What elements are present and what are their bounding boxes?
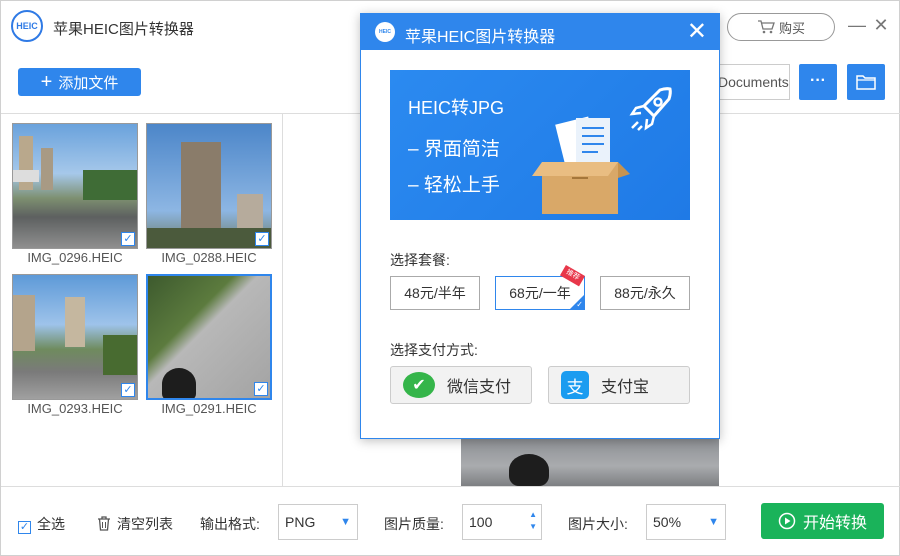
dialog-close-button[interactable]: ✕ — [687, 18, 707, 46]
recommended-tag: 推荐 — [559, 265, 585, 287]
app-logo-icon: HEIC — [375, 22, 395, 42]
building-shape — [65, 297, 85, 347]
minimize-button[interactable]: — — [847, 15, 867, 35]
alipay-button[interactable]: 支 支付宝 — [548, 366, 690, 404]
banner-line-3: – 轻松上手 — [408, 175, 500, 196]
output-format-value: PNG — [285, 514, 316, 530]
tree-shape — [103, 335, 137, 375]
checkbox-checked-icon[interactable]: ✓ — [121, 383, 135, 397]
thumbnail-list: ✓ IMG_0296.HEIC ✓ IMG_0288.HEIC ✓ IMG_02… — [1, 114, 283, 486]
promo-banner: HEIC转JPG – 界面简洁 – 轻松上手 — [390, 70, 690, 220]
thumbnail-filename: IMG_0288.HEIC — [161, 250, 257, 265]
shoe-shape — [509, 454, 549, 486]
play-circle-icon — [778, 512, 796, 530]
add-files-button[interactable]: + 添加文件 — [18, 68, 141, 96]
dropdown-arrow-icon: ▼ — [340, 516, 351, 528]
output-format-label: 输出格式: — [200, 516, 260, 532]
dropdown-arrow-icon: ▼ — [708, 516, 719, 528]
document-box-icon — [532, 116, 630, 214]
plan-half-year[interactable]: 48元/半年 — [390, 276, 480, 310]
building-shape — [41, 148, 53, 190]
plan-one-year-label: 68元/一年 — [509, 285, 571, 301]
checkbox-checked-icon[interactable]: ✓ — [121, 232, 135, 246]
select-all-checkbox[interactable]: ✓ 全选 — [18, 514, 65, 534]
alipay-icon: 支 — [561, 371, 589, 399]
size-label: 图片大小: — [568, 516, 628, 532]
spinner-arrows-icon[interactable]: ▲ ▼ — [529, 509, 537, 533]
banner-line-2: – 界面简洁 — [408, 139, 500, 160]
clear-list-button[interactable]: 清空列表 — [97, 514, 173, 534]
buy-label: 购买 — [778, 20, 805, 36]
app-window: HEIC 苹果HEIC图片转换器 购买 — ✕ + 添加文件 Documents… — [0, 0, 900, 556]
wechat-pay-button[interactable]: ✔ 微信支付 — [390, 366, 532, 404]
open-folder-button[interactable] — [847, 64, 885, 100]
building-shape — [13, 295, 35, 351]
quality-spinner[interactable]: 100 ▲ ▼ — [462, 504, 542, 540]
start-convert-button[interactable]: 开始转换 — [761, 503, 884, 539]
thumbnail-item[interactable]: ✓ — [146, 274, 272, 400]
shoe-shape — [162, 368, 196, 398]
more-options-button[interactable]: ··· — [799, 64, 837, 100]
thumbnail-item[interactable]: ✓ — [12, 123, 138, 249]
plan-lifetime[interactable]: 88元/永久 — [600, 276, 690, 310]
output-format-select[interactable]: PNG ▼ — [278, 504, 358, 540]
plan-label: 选择套餐: — [390, 252, 450, 268]
cart-icon — [757, 20, 775, 34]
image-preview — [461, 436, 719, 486]
tree-shape — [83, 170, 137, 200]
checkmark-icon: ✓ — [576, 300, 583, 309]
bus-shape — [13, 170, 39, 182]
bottom-bar: ✓ 全选 清空列表 输出格式: PNG ▼ 图片质量: 100 ▲ ▼ 图片大小: … — [1, 488, 900, 556]
alipay-label: 支付宝 — [601, 379, 650, 396]
tree-shape — [147, 228, 271, 248]
plus-icon: + — [40, 71, 53, 93]
select-all-label: 全选 — [37, 516, 65, 532]
start-convert-label: 开始转换 — [802, 515, 867, 532]
thumbnail-filename: IMG_0296.HEIC — [27, 250, 123, 265]
thumbnail-filename: IMG_0291.HEIC — [161, 401, 257, 416]
folder-icon — [856, 75, 876, 90]
thumbnail-item[interactable]: ✓ — [146, 123, 272, 249]
size-value: 50% — [653, 514, 682, 530]
app-logo-icon: HEIC — [11, 10, 43, 42]
trash-icon — [98, 516, 110, 531]
thumbnail-item[interactable]: ✓ — [12, 274, 138, 400]
quality-label: 图片质量: — [384, 516, 444, 532]
dialog-title: 苹果HEIC图片转换器 — [405, 29, 556, 46]
banner-line-1: HEIC转JPG — [408, 98, 505, 118]
checkbox-checked-icon: ✓ — [18, 521, 31, 534]
close-window-button[interactable]: ✕ — [871, 15, 891, 35]
clear-list-label: 清空列表 — [117, 516, 173, 532]
wechat-icon: ✔ — [403, 372, 435, 398]
buy-button[interactable]: 购买 — [727, 13, 835, 41]
output-folder-field[interactable]: Documents — [709, 64, 790, 100]
purchase-dialog: HEIC 苹果HEIC图片转换器 ✕ HEIC转JPG – 界面简洁 – 轻松上… — [360, 13, 720, 439]
thumbnail-filename: IMG_0293.HEIC — [27, 401, 123, 416]
payment-label: 选择支付方式: — [390, 342, 478, 358]
wechat-pay-label: 微信支付 — [447, 379, 512, 396]
checkbox-checked-icon[interactable]: ✓ — [255, 232, 269, 246]
dialog-title-bar: HEIC 苹果HEIC图片转换器 ✕ — [361, 14, 719, 50]
size-select[interactable]: 50% ▼ — [646, 504, 726, 540]
quality-value: 100 — [469, 514, 493, 530]
app-title: 苹果HEIC图片转换器 — [53, 21, 194, 38]
plan-one-year[interactable]: 68元/一年 推荐 ✓ — [495, 265, 585, 310]
checkbox-checked-icon[interactable]: ✓ — [254, 382, 268, 396]
add-files-label: 添加文件 — [58, 74, 119, 92]
